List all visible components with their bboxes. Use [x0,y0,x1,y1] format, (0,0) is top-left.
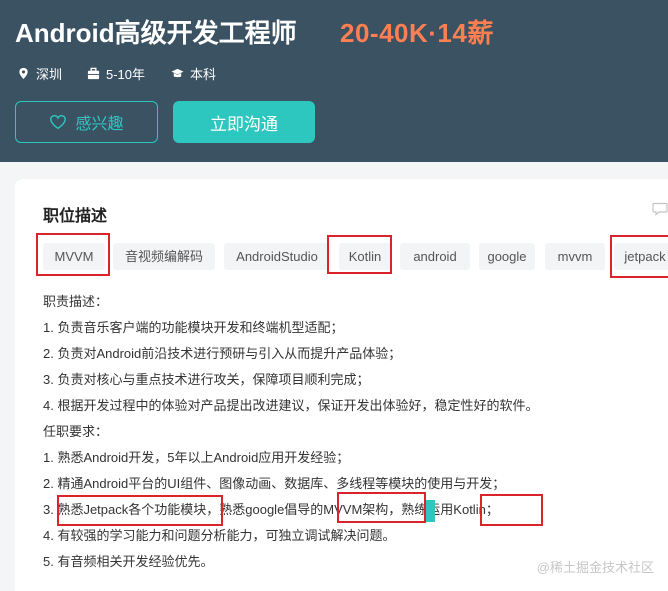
briefcase-icon [87,67,100,80]
desc-line: 2. 负责对Android前沿技术进行预研与引入从而提升产品体验； [43,346,402,361]
tag-google[interactable]: google [479,243,535,270]
desc-line: 4. 有较强的学习能力和问题分析能力，可独立调试解决问题。 [43,528,396,543]
experience-text: 5-10年 [106,67,146,82]
desc-heading-duties: 职责描述： [43,294,109,309]
tag-mvvm-lower[interactable]: mvvm [545,243,605,270]
location-text: 深圳 [36,67,63,82]
tag-androidstudio[interactable]: AndroidStudio [224,243,330,270]
watermark: @稀土掘金技术社区 [536,560,654,575]
job-header: Android高级开发工程师 20-40K·14薪 深圳 5-10年 本科 感兴… [0,0,668,162]
graduation-cap-icon [171,68,184,78]
tag-mvvm[interactable]: MVVM [43,243,105,270]
chat-now-button[interactable]: 立即沟通 [173,101,315,143]
desc-line: 1. 熟悉Android开发，5年以上Android应用开发经验； [43,450,350,465]
experience-meta: 5-10年 [87,64,145,83]
job-title: Android高级开发工程师 [15,18,297,48]
education-text: 本科 [190,67,217,82]
salary-range: 20-40K·14薪 [340,18,494,48]
location-meta: 深圳 [17,64,62,83]
interested-label: 感兴趣 [75,116,124,133]
desc-line: 5. 有音频相关开发经验优先。 [43,554,214,569]
desc-line: 2. 精通Android平台的UI组件、图像动画、数据库、多线程等模块的使用与开… [43,476,506,491]
desc-heading-requirements: 任职要求： [43,424,109,439]
comment-icon[interactable] [652,202,668,216]
heart-icon [50,114,67,130]
desc-line: 1. 负责音乐客户端的功能模块开发和终端机型适配； [43,320,344,335]
location-pin-icon [19,67,28,80]
tag-kotlin[interactable]: Kotlin [339,243,391,270]
text-cursor-highlight [426,500,435,522]
education-meta: 本科 [171,64,216,83]
tag-audio-video-codec[interactable]: 音视频编解码 [113,243,215,270]
desc-line: 4. 根据开发过程中的体验对产品提出改进建议，保证开发出体验好，稳定性好的软件。 [43,398,539,413]
tag-jetpack[interactable]: jetpack [614,243,668,270]
tag-android[interactable]: android [400,243,470,270]
interested-button[interactable]: 感兴趣 [15,101,158,143]
desc-line: 3. 负责对核心与重点技术进行攻关，保障项目顺利完成； [43,372,370,387]
section-title: 职位描述 [43,208,108,225]
